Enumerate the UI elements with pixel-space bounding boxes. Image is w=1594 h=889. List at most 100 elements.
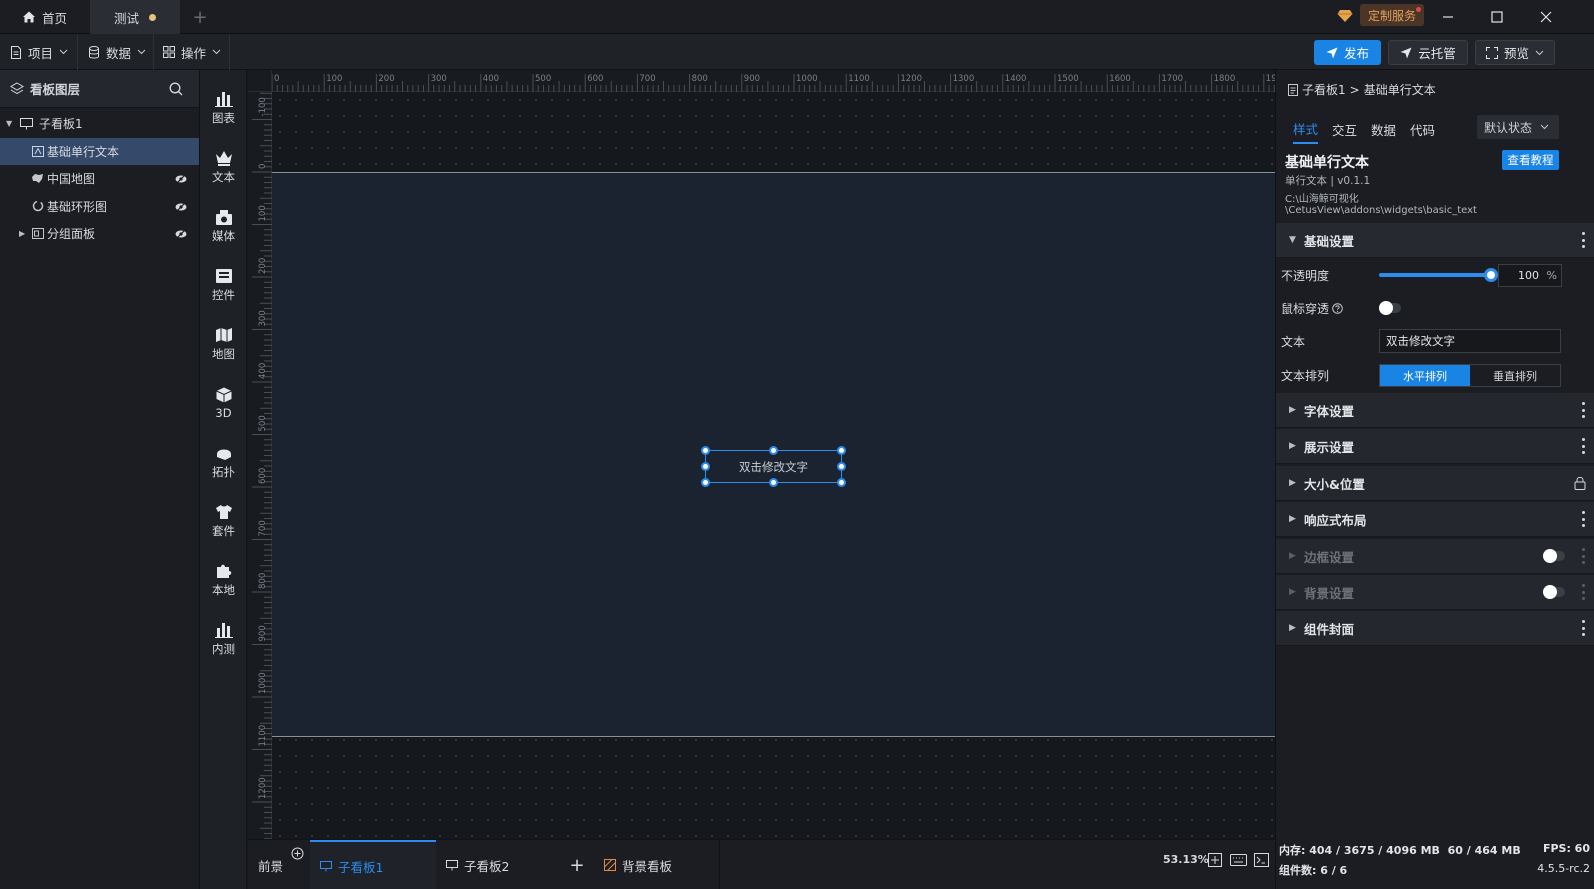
tab-test[interactable]: 测试 (90, 0, 180, 34)
tab-board1[interactable]: 子看板1 (310, 840, 436, 889)
layer-item-basic-text[interactable]: 基础单行文本 (0, 137, 199, 165)
state-select[interactable]: 默认状态 (1477, 115, 1559, 139)
text-input[interactable] (1379, 329, 1561, 353)
tab-home[interactable]: 首页 (0, 0, 90, 34)
layer-item-group-panel[interactable]: ▶ 分组面板 (0, 220, 199, 248)
minimize-button[interactable] (1425, 0, 1471, 34)
zoom-level[interactable]: 53.13% (1163, 853, 1209, 866)
tab-data[interactable]: 数据 (1371, 114, 1396, 144)
eye-off-icon[interactable] (175, 201, 187, 213)
tab-board2[interactable]: 子看板2 (436, 840, 562, 889)
widget-local[interactable]: 本地 (200, 552, 247, 608)
widget-chart[interactable]: 图表 (200, 80, 247, 136)
ruler-vertical[interactable]: -100 0 100 200 300 400 500 600 700 800 900 1000 1100… (248, 92, 272, 839)
search-icon[interactable] (169, 82, 183, 96)
opacity-input[interactable]: 100 % (1498, 264, 1562, 287)
caret-right-icon: ▶ (1289, 551, 1296, 561)
layer-item-china-map[interactable]: 中国地图 (0, 165, 199, 193)
resize-handle[interactable] (701, 446, 710, 455)
mouse-through-toggle[interactable] (1379, 301, 1401, 315)
maximize-button[interactable] (1474, 0, 1520, 34)
add-tab-button[interactable]: + (180, 0, 220, 34)
menu-project-label: 项目 (28, 45, 54, 61)
breadcrumb-parent[interactable]: 子看板1 (1302, 81, 1346, 98)
more-icon[interactable] (1581, 511, 1585, 527)
menu-operation[interactable]: 操作 (163, 34, 221, 70)
ruler-label: 200 (258, 258, 268, 274)
border-toggle[interactable] (1543, 549, 1565, 563)
widget-media[interactable]: 媒体 (200, 198, 247, 254)
ruler-horizontal[interactable]: 0 100 200 300 400 500 600 700 800 900 1000 1100 1200… (248, 70, 1275, 92)
ruler-label: 1000 (796, 74, 818, 84)
add-circle-icon[interactable] (291, 847, 304, 860)
section-responsive-layout[interactable]: ▶ 响应式布局 (1276, 502, 1594, 537)
arrange-vertical-option[interactable]: 垂直排列 (1470, 365, 1560, 386)
ruler-label: 600 (258, 468, 268, 484)
section-component-cover[interactable]: ▶ 组件封面 (1276, 611, 1594, 646)
opacity-slider-thumb[interactable] (1484, 268, 1498, 282)
opacity-value: 100 (1518, 269, 1539, 282)
resize-handle[interactable] (769, 478, 778, 487)
widget-suite[interactable]: 套件 (200, 493, 247, 549)
resize-handle[interactable] (701, 462, 710, 471)
more-icon[interactable] (1581, 620, 1585, 636)
help-icon[interactable] (1332, 302, 1343, 314)
layer-item-ring-chart[interactable]: 基础环形图 (0, 193, 199, 221)
more-icon[interactable] (1581, 402, 1585, 418)
more-icon[interactable] (1581, 232, 1585, 248)
preview-button[interactable]: 预览 (1475, 40, 1555, 65)
cloud-host-button[interactable]: 云托管 (1388, 40, 1468, 65)
section-title: 基础设置 (1304, 233, 1355, 249)
resize-handle[interactable] (769, 446, 778, 455)
tab-code[interactable]: 代码 (1410, 114, 1435, 144)
resize-handle[interactable] (837, 478, 846, 487)
canvas-area[interactable]: 双击修改文字 0 100 200 300 400 500 600 700 800 900 1000 1… (248, 70, 1275, 839)
text-widget[interactable]: 双击修改文字 (701, 446, 846, 487)
more-icon[interactable] (1581, 584, 1585, 600)
resize-handle[interactable] (837, 446, 846, 455)
terminal-icon[interactable] (1254, 853, 1269, 867)
resize-handle[interactable] (701, 478, 710, 487)
widget-3d[interactable]: 3D (200, 375, 247, 431)
custom-service-button[interactable]: 定制服务 (1360, 4, 1425, 26)
caret-down-icon[interactable]: ▼ (6, 119, 12, 128)
eye-off-icon[interactable] (175, 228, 187, 240)
background-board-tab[interactable]: 背景看板 (594, 840, 720, 889)
eye-off-icon[interactable] (175, 173, 187, 185)
layer-item-label: 基础环形图 (47, 199, 108, 214)
menu-project[interactable]: 项目 (10, 34, 68, 70)
section-background-settings[interactable]: ▶ 背景设置 (1276, 575, 1594, 610)
tab-style[interactable]: 样式 (1293, 114, 1319, 144)
publish-button[interactable]: 发布 (1314, 40, 1381, 65)
section-font-settings[interactable]: ▶ 字体设置 (1276, 393, 1594, 428)
opacity-slider[interactable] (1379, 268, 1498, 282)
tab-interaction[interactable]: 交互 (1332, 114, 1357, 144)
chevron-down-icon (212, 49, 221, 55)
section-display-settings[interactable]: ▶ 展示设置 (1276, 429, 1594, 464)
section-basic-settings[interactable]: ▼ 基础设置 (1276, 223, 1594, 258)
status-bar: 内存: 404 / 3675 / 4096 MB 60 / 464 MB FPS… (1275, 840, 1594, 889)
menu-data[interactable]: 数据 (88, 34, 146, 70)
layer-item-board1[interactable]: ▼ 子看板1 (0, 110, 199, 138)
lock-icon[interactable] (1574, 476, 1586, 490)
widget-control[interactable]: 控件 (200, 257, 247, 313)
section-border-settings[interactable]: ▶ 边框设置 (1276, 539, 1594, 574)
more-icon[interactable] (1581, 548, 1585, 564)
section-size-position[interactable]: ▶ 大小&位置 (1276, 466, 1594, 501)
widget-map[interactable]: 地图 (200, 316, 247, 372)
more-icon[interactable] (1581, 438, 1585, 454)
opacity-unit: % (1546, 269, 1557, 282)
add-board-button[interactable]: + (562, 840, 592, 889)
tutorial-button[interactable]: 查看教程 (1502, 150, 1559, 170)
fit-screen-icon[interactable] (1208, 853, 1222, 867)
resize-handle[interactable] (837, 462, 846, 471)
widget-text[interactable]: 文本 (200, 139, 247, 195)
close-window-button[interactable] (1523, 0, 1569, 34)
arrange-horizontal-option[interactable]: 水平排列 (1380, 365, 1470, 386)
opacity-slider-fill (1379, 273, 1491, 277)
widget-topology[interactable]: 拓扑 (200, 434, 247, 490)
background-toggle[interactable] (1543, 585, 1565, 599)
caret-right-icon[interactable]: ▶ (19, 229, 25, 238)
keyboard-icon[interactable] (1230, 854, 1247, 866)
widget-beta[interactable]: 内测 (200, 611, 247, 667)
